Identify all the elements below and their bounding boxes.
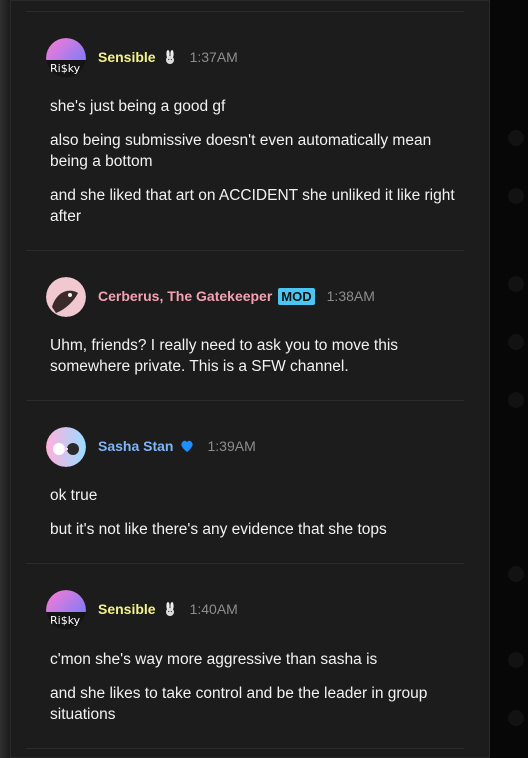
timestamp: 1:37AM: [189, 49, 238, 65]
faded-icon: [508, 652, 524, 668]
user-avatar[interactable]: [46, 277, 86, 317]
message-text: and she likes to take control and be the…: [50, 685, 428, 723]
message-text: ok true: [50, 487, 98, 504]
faded-icon: [508, 566, 524, 582]
message-header: Cerberus, The Gatekeeper MOD 1:38AM: [98, 286, 375, 306]
message-text: but it's not like there's any evidence t…: [50, 521, 387, 538]
chat-panel: Ri$ky Sensible 1:37AM she's just being a…: [10, 0, 490, 758]
message-header: Sensible 1:40AM: [98, 599, 238, 619]
avatar-signature: Ri$ky: [50, 614, 81, 627]
message-text: also being submissive doesn't even autom…: [50, 132, 432, 170]
message-group: Ri$ky Sensible 1:37AM she's just being a…: [26, 12, 464, 250]
left-scrollbar-area: [0, 0, 10, 758]
message-text: Uhm, friends? I really need to ask you t…: [50, 337, 399, 375]
timestamp: 1:40AM: [189, 601, 238, 617]
right-background-strip: [490, 0, 528, 758]
blue-heart-icon: [179, 438, 195, 454]
user-avatar[interactable]: Ri$ky: [46, 590, 86, 630]
avatar-signature: Ri$ky: [50, 62, 81, 75]
timestamp: 1:38AM: [326, 288, 375, 304]
mod-badge: MOD: [278, 287, 315, 305]
message-group: Ri$ky Sensible 1:40AM c'mon she's way mo…: [26, 564, 464, 748]
message-text: she's just being a good gf: [50, 98, 226, 115]
message-text: c'mon she's way more aggressive than sas…: [50, 651, 378, 668]
username[interactable]: Sensible: [98, 49, 156, 65]
rabbit-icon: [162, 601, 178, 617]
rabbit-icon: [162, 49, 178, 65]
message-group: Sasha Stan 1:39AM ok true but it's not l…: [26, 401, 464, 563]
message-text: and she liked that art on ACCIDENT she u…: [50, 187, 455, 225]
message-divider: [26, 748, 464, 749]
faded-icon: [508, 392, 524, 408]
timestamp: 1:39AM: [207, 438, 256, 454]
username[interactable]: Sensible: [98, 601, 156, 617]
message-group: Cerberus, The Gatekeeper MOD 1:38AM Uhm,…: [26, 251, 464, 400]
faded-icon: [508, 276, 524, 292]
username[interactable]: Cerberus, The Gatekeeper: [98, 288, 272, 304]
username[interactable]: Sasha Stan: [98, 438, 173, 454]
user-avatar[interactable]: [46, 427, 86, 467]
faded-icon: [508, 334, 524, 350]
faded-icon: [508, 188, 524, 204]
user-avatar[interactable]: Ri$ky: [46, 38, 86, 78]
message-header: Sensible 1:37AM: [98, 47, 238, 67]
faded-icon: [508, 130, 524, 146]
message-header: Sasha Stan 1:39AM: [98, 436, 256, 456]
message-list: Ri$ky Sensible 1:37AM she's just being a…: [26, 0, 474, 758]
faded-icon: [508, 710, 524, 726]
